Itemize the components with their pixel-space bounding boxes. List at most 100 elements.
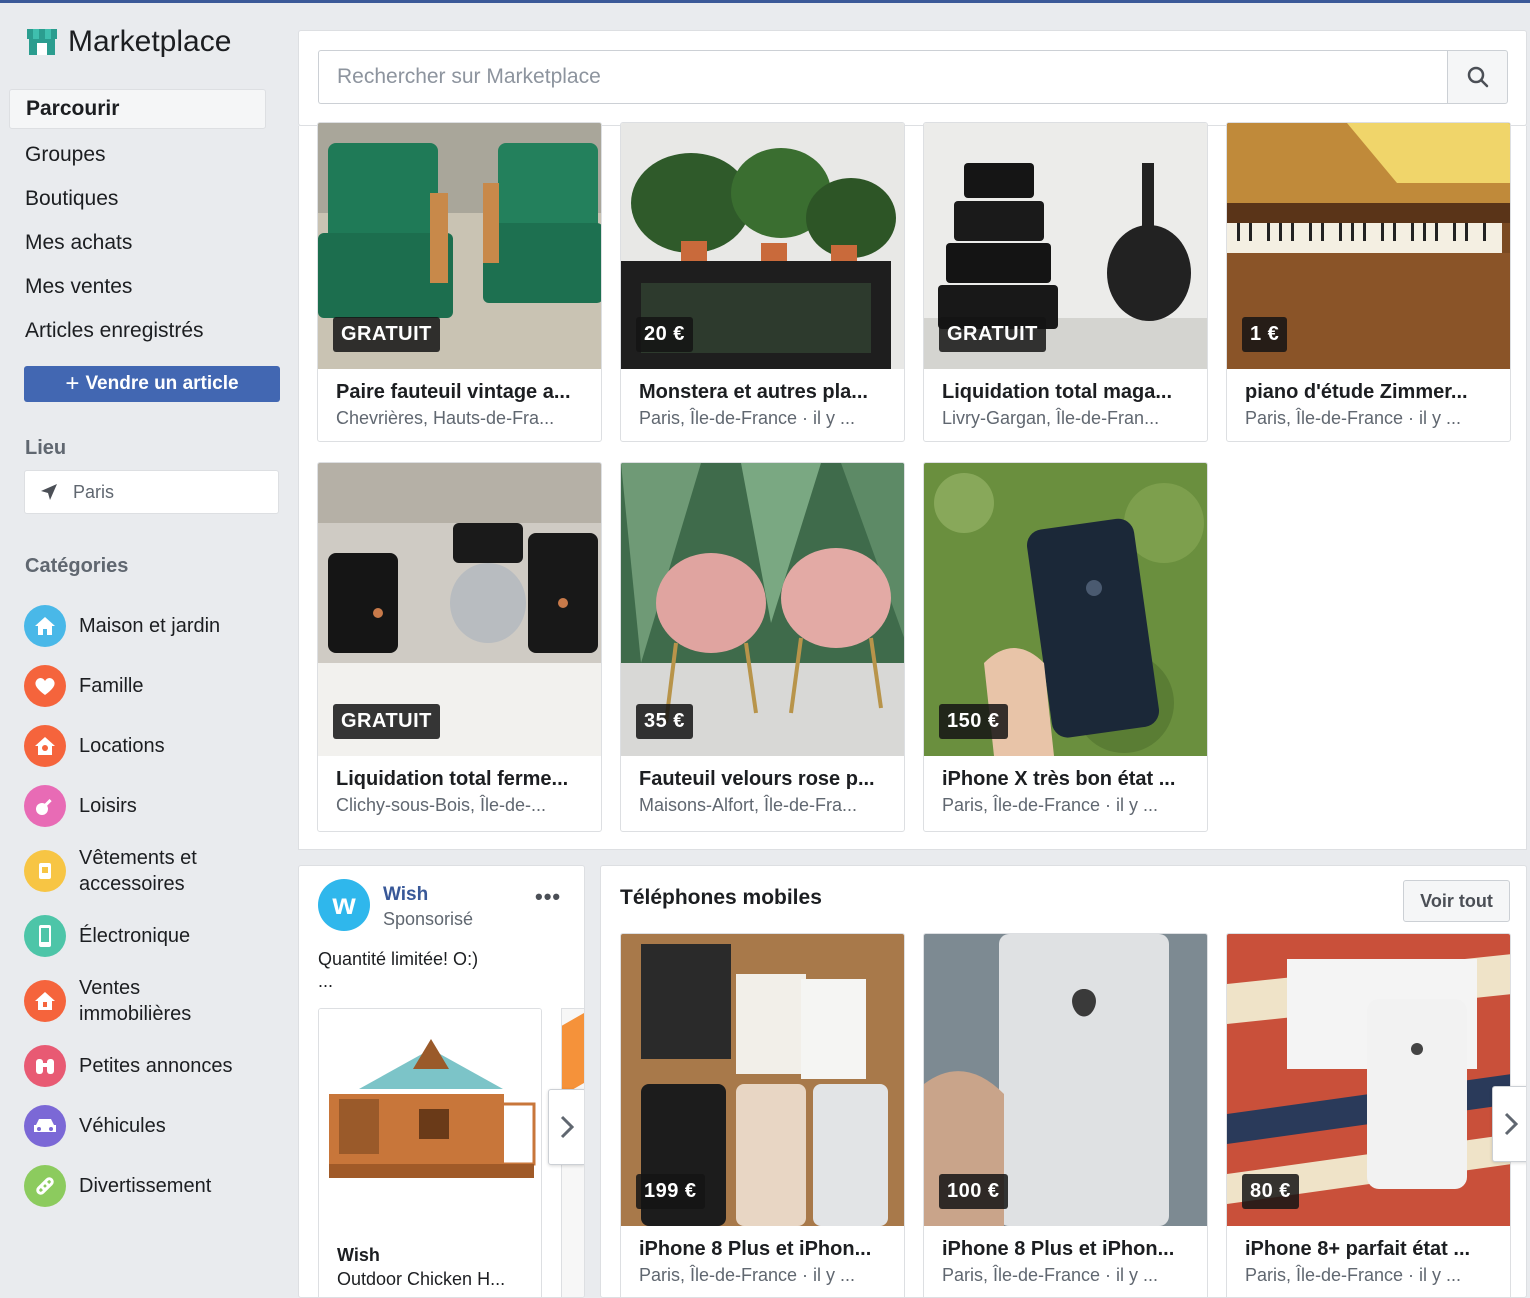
listing-card[interactable]: GRATUIT Liquidation total maga... Livry-…	[923, 122, 1208, 442]
price-badge: 199 €	[636, 1174, 705, 1209]
location-arrow-icon	[41, 484, 57, 500]
ad-product-title: Outdoor Chicken H...	[337, 1269, 506, 1289]
category-locations[interactable]: Locations	[24, 716, 294, 776]
listing-location: Paris, Île-de-France · il y ...	[639, 1265, 856, 1285]
category-vetements-et-accessoires[interactable]: Vêtements et accessoires	[24, 836, 294, 906]
sidebar-item-groupes[interactable]: Groupes	[9, 133, 266, 177]
category-ventes-immobilieres[interactable]: Ventes immobilières	[24, 966, 294, 1036]
carousel-next-button[interactable]	[548, 1089, 584, 1165]
chevron-right-icon	[1504, 1112, 1518, 1136]
chevron-right-icon	[560, 1115, 574, 1139]
link-icon	[24, 1165, 66, 1207]
category-loisirs[interactable]: Loisirs	[24, 776, 294, 836]
price-badge: 100 €	[939, 1174, 1008, 1209]
wish-logo[interactable]: w	[318, 879, 370, 931]
house-key-icon	[24, 725, 66, 767]
price-badge: GRATUIT	[333, 317, 440, 352]
listing-title: iPhone 8+ parfait état ...	[1245, 1238, 1471, 1260]
search-button[interactable]	[1447, 50, 1508, 104]
ad-product-brand: Wish	[337, 1245, 380, 1265]
listing-title: iPhone 8 Plus et iPhon...	[639, 1238, 872, 1260]
listing-photo-armchairs: GRATUIT	[318, 123, 601, 369]
see-all-button[interactable]: Voir tout	[1403, 880, 1510, 922]
listing-location: Chevrières, Hauts-de-Fra...	[336, 408, 555, 428]
listing-card[interactable]: GRATUIT Liquidation total ferme... Clich…	[317, 462, 602, 832]
price-badge: 1 €	[1242, 317, 1288, 352]
category-label: Petites annonces	[79, 1055, 233, 1077]
sidebar-item-mes-ventes[interactable]: Mes ventes	[9, 265, 266, 309]
sell-item-button[interactable]: + Vendre un article	[24, 366, 280, 402]
plus-icon: +	[65, 370, 80, 397]
listing-location: Livry-Gargan, Île-de-Fran...	[942, 408, 1160, 428]
phone-icon	[24, 915, 66, 957]
listing-card[interactable]: 150 € iPhone X très bon état ... Paris, …	[923, 462, 1208, 832]
listing-photo-cookware: GRATUIT	[924, 123, 1207, 369]
sell-item-label: Vendre un article	[85, 373, 239, 394]
ad-text: Quantité limitée! O:)	[318, 949, 479, 969]
category-label: Famille	[79, 675, 144, 697]
brand[interactable]: Marketplace	[26, 25, 231, 59]
app-title: Marketplace	[68, 25, 232, 58]
listing-location: Clichy-sous-Bois, Île-de-...	[336, 795, 547, 815]
listing-photo-mixers: GRATUIT	[318, 463, 601, 756]
listing-title: Liquidation total maga...	[942, 381, 1172, 403]
category-famille[interactable]: Famille	[24, 656, 294, 716]
search-icon	[1467, 66, 1488, 88]
price-badge: 80 €	[1242, 1174, 1299, 1209]
listing-photo-piano: 1 €	[1227, 123, 1510, 369]
listing-photo-plants: 20 €	[621, 123, 904, 369]
sidebar-item-boutiques[interactable]: Boutiques	[9, 177, 266, 221]
listing-photo-pink-chairs: 35 €	[621, 463, 904, 756]
listing-title: iPhone X très bon état ...	[942, 768, 1176, 790]
listing-card[interactable]: 20 € Monstera et autres pla... Paris, Îl…	[620, 122, 905, 442]
price-badge: GRATUIT	[333, 704, 440, 739]
listing-location: Maisons-Alfort, Île-de-Fra...	[639, 795, 858, 815]
phone-listing-card[interactable]: 100 € iPhone 8 Plus et iPhon... Paris, Î…	[923, 933, 1208, 1297]
listing-title: iPhone 8 Plus et iPhon...	[942, 1238, 1175, 1260]
category-vehicules[interactable]: Véhicules	[24, 1096, 294, 1156]
listing-photo-iphone-8plus: 80 €	[1227, 934, 1510, 1226]
listing-title: Paire fauteuil vintage a...	[336, 381, 571, 403]
listing-card[interactable]: 1 € piano d'étude Zimmer... Paris, Île-d…	[1226, 122, 1511, 442]
phone-listing-card[interactable]: 80 € iPhone 8+ parfait état ... Paris, Î…	[1226, 933, 1511, 1297]
sidebar-item-articles-enregistres[interactable]: Articles enregistrés	[9, 309, 266, 353]
search-panel	[298, 30, 1527, 126]
listing-title: Liquidation total ferme...	[336, 768, 569, 790]
phone-listing-card[interactable]: 199 € iPhone 8 Plus et iPhon... Paris, Î…	[620, 933, 905, 1297]
ad-product-card[interactable]: Wish Outdoor Chicken H...	[318, 1008, 542, 1297]
sidebar: Marketplace Parcourir Groupes Boutiques …	[0, 3, 298, 1298]
guitar-icon	[24, 785, 66, 827]
listing-location: Paris, Île-de-France · il y ...	[1245, 408, 1462, 428]
category-electronique[interactable]: Électronique	[24, 906, 294, 966]
ad-text-more: ...	[318, 971, 334, 991]
sidebar-item-parcourir[interactable]: Parcourir	[9, 89, 266, 129]
category-divertissement[interactable]: Divertissement	[24, 1156, 294, 1216]
categories-list: Maison et jardin Famille Locations Loisi…	[24, 596, 294, 1216]
phones-section: Téléphones mobiles Voir tout 199 € iPhon…	[600, 865, 1527, 1298]
shirt-icon	[24, 850, 66, 892]
phones-section-title: Téléphones mobiles	[620, 886, 822, 909]
binoculars-icon	[24, 1045, 66, 1087]
listing-card[interactable]: 35 € Fauteuil velours rose p... Maisons-…	[620, 462, 905, 832]
next-product-badge	[562, 1008, 584, 1096]
category-label: Maison et jardin	[79, 615, 221, 637]
category-petites-annonces[interactable]: Petites annonces	[24, 1036, 294, 1096]
listing-title: Monstera et autres pla...	[639, 381, 868, 403]
category-label: Véhicules	[79, 1115, 166, 1137]
ad-brand[interactable]: Wish	[383, 884, 428, 906]
location-field[interactable]: Paris	[24, 470, 279, 514]
listing-location: Paris, Île-de-France · il y ...	[942, 1265, 1159, 1285]
price-badge: 20 €	[636, 317, 693, 352]
listing-location: Paris, Île-de-France · il y ...	[1245, 1265, 1462, 1285]
ad-sponsored-label: Sponsorisé	[383, 909, 474, 929]
listings-grid: GRATUIT Paire fauteuil vintage a... Chev…	[298, 122, 1527, 850]
more-options-icon[interactable]: •••	[535, 884, 561, 910]
category-label: Ventes immobilières	[79, 977, 192, 1025]
phones-next-button[interactable]	[1492, 1086, 1526, 1162]
search-input[interactable]	[318, 50, 1448, 104]
category-maison-et-jardin[interactable]: Maison et jardin	[24, 596, 294, 656]
location-heading: Lieu	[25, 437, 67, 459]
categories-heading: Catégories	[25, 555, 129, 577]
listing-card[interactable]: GRATUIT Paire fauteuil vintage a... Chev…	[317, 122, 602, 442]
sidebar-item-mes-achats[interactable]: Mes achats	[9, 221, 266, 265]
